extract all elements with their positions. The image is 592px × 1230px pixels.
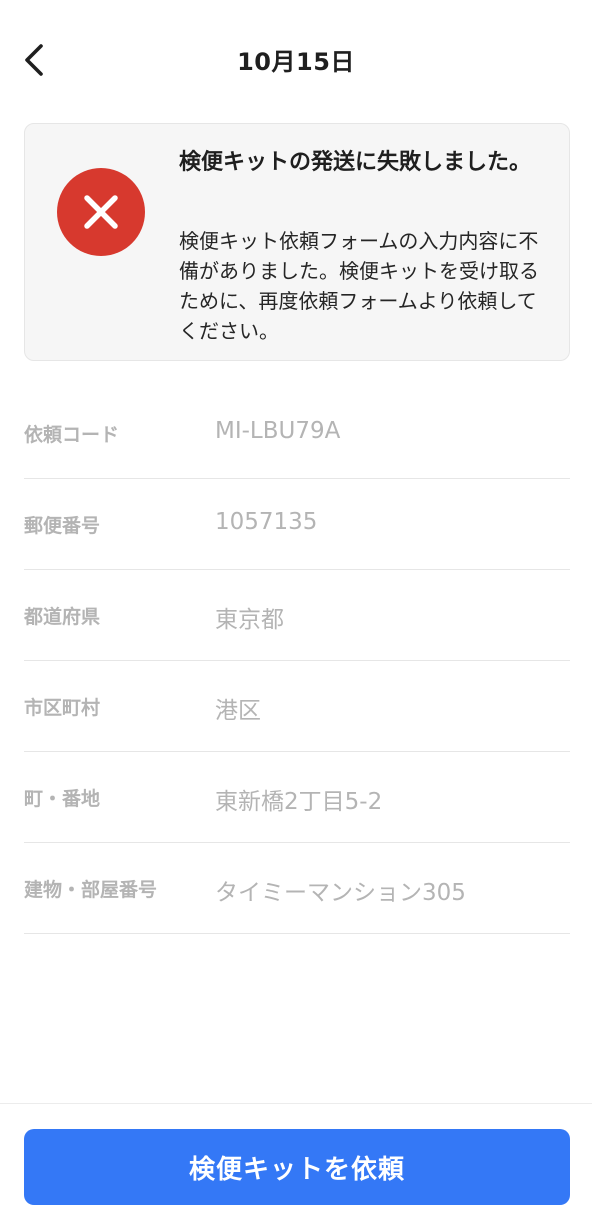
header: 10月15日 [0,0,592,120]
request-info-list: 依頼コード MI-LBU79A 郵便番号 1057135 都道府県 東京都 市区… [24,388,570,934]
field-label: 郵便番号 [24,515,101,537]
field-label: 市区町村 [24,697,101,719]
field-value: 東京都 [215,607,284,633]
info-row-prefecture: 都道府県 東京都 [24,570,570,661]
field-value: 1057135 [215,509,318,535]
info-row-street: 町・番地 東新橋2丁目5-2 [24,752,570,843]
field-label: 都道府県 [24,606,101,628]
field-value: 港区 [215,698,261,724]
page-title: 10月15日 [237,48,355,76]
info-row-request-code: 依頼コード MI-LBU79A [24,388,570,479]
request-kit-button[interactable]: 検便キットを依頼 [24,1129,570,1205]
info-row-city: 市区町村 港区 [24,661,570,752]
close-icon [84,195,118,229]
field-value: MI-LBU79A [215,418,341,444]
field-label: 建物・部屋番号 [24,879,158,901]
footer: 検便キットを依頼 [0,1103,592,1230]
info-row-postal-code: 郵便番号 1057135 [24,479,570,570]
info-row-building: 建物・部屋番号 タイミーマンション305 [24,843,570,934]
field-label: 依頼コード [24,424,120,446]
error-message: 検便キット依頼フォームの入力内容に不備がありました。検便キットを受け取るために、… [179,229,539,343]
error-title: 検便キットの発送に失敗しました。 [179,150,532,175]
field-value: タイミーマンション305 [215,880,466,906]
field-label: 町・番地 [24,788,101,810]
field-value: 東新橋2丁目5-2 [215,789,383,815]
error-card: 検便キットの発送に失敗しました。 検便キット依頼フォームの入力内容に不備がありま… [24,123,570,361]
error-badge [57,168,145,256]
